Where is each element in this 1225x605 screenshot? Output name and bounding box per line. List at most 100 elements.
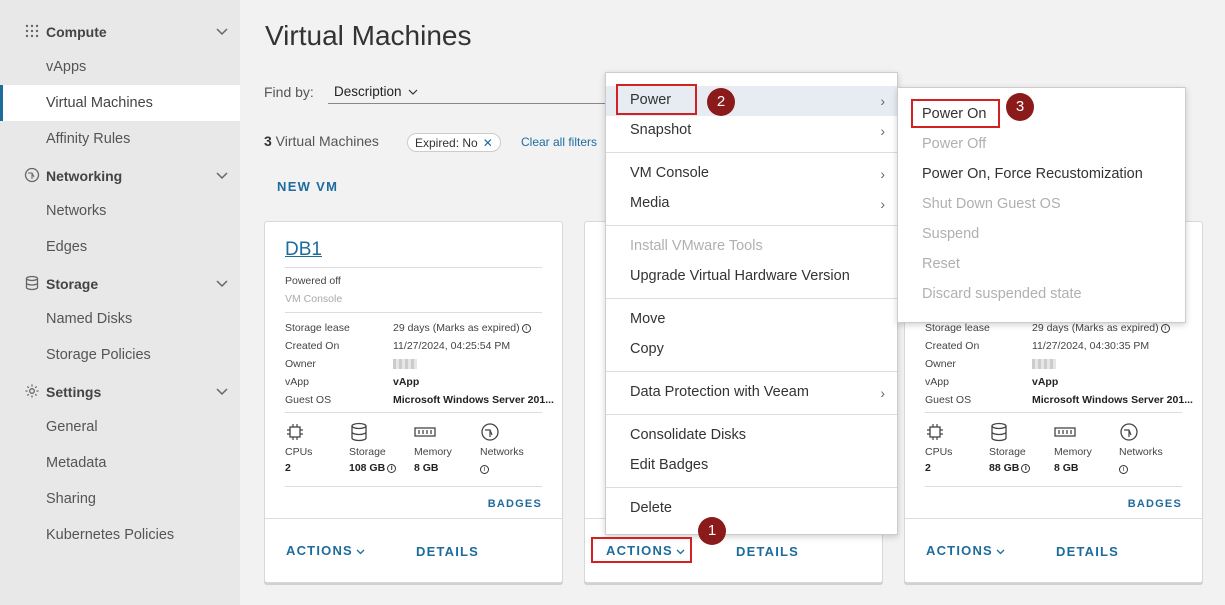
chevron-right-icon: › [880, 123, 885, 139]
sidebar-item-sharing[interactable]: Sharing [0, 481, 240, 517]
sidebar-section-storage[interactable]: Storage [0, 265, 240, 301]
callout-1: 1 [698, 517, 726, 545]
cpus-value: 2 [285, 462, 291, 474]
divider [925, 412, 1182, 413]
memory-resource: Memory 8 GB [414, 422, 474, 474]
sidebar-item-label: Named Disks [46, 311, 133, 327]
chevron-right-icon: › [880, 196, 885, 212]
menu-item-discard-suspended: Discard suspended state [898, 280, 1185, 310]
details-button[interactable]: DETAILS [416, 544, 479, 559]
sidebar-item-label: vApps [46, 59, 87, 75]
sidebar-item-label: Affinity Rules [46, 131, 131, 147]
menu-item-delete[interactable]: Delete [606, 494, 897, 524]
guest-os-label: Guest OS [285, 394, 332, 406]
info-icon[interactable]: i [1119, 465, 1128, 475]
info-icon[interactable]: i [480, 465, 489, 475]
chevron-right-icon: › [880, 166, 885, 182]
sidebar-item-affinity-rules[interactable]: Affinity Rules [0, 121, 240, 157]
menu-item-power-on-force[interactable]: Power On, Force Recustomization [898, 160, 1185, 190]
created-on-value: 11/27/2024, 04:30:35 PM [1032, 340, 1150, 352]
sidebar-item-virtual-machines[interactable]: Virtual Machines [0, 85, 240, 121]
sidebar-item-label: Edges [46, 239, 88, 255]
page-title: Virtual Machines [265, 20, 472, 51]
memory-label: Memory [1054, 446, 1092, 458]
chevron-down-icon [356, 549, 365, 555]
sidebar-item-metadata[interactable]: Metadata [0, 445, 240, 481]
sidebar-item-kubernetes-policies[interactable]: Kubernetes Policies [0, 517, 240, 553]
details-button[interactable]: DETAILS [736, 544, 799, 559]
menu-item-label: Discard suspended state [922, 286, 1082, 302]
vm-name-link[interactable]: DB1 [285, 239, 322, 261]
info-icon[interactable]: i [1160, 323, 1170, 333]
menu-item-label: Consolidate Disks [630, 427, 747, 443]
sidebar-section-networking[interactable]: Networking [0, 157, 240, 193]
menu-item-upgrade-hardware[interactable]: Upgrade Virtual Hardware Version [606, 262, 897, 292]
sidebar-item-storage-policies[interactable]: Storage Policies [0, 337, 240, 373]
menu-item-snapshot[interactable]: Snapshot › [606, 116, 897, 146]
actions-button[interactable]: ACTIONS [286, 543, 365, 558]
storage-lease-label: Storage lease [285, 322, 350, 334]
storage-lease-text: 29 days (Marks as expired) [393, 322, 520, 334]
info-icon[interactable]: i [521, 323, 531, 333]
network-icon [481, 423, 499, 441]
sidebar-section-settings[interactable]: Settings [0, 373, 240, 409]
menu-divider [606, 414, 897, 415]
actions-button[interactable]: ACTIONS [926, 543, 1005, 558]
memory-icon [1054, 427, 1076, 437]
storage-label: Storage [989, 446, 1026, 458]
storage-value: 108 GB i [349, 462, 409, 474]
menu-item-label: Edit Badges [630, 457, 709, 473]
menu-item-data-protection[interactable]: Data Protection with Veeam › [606, 378, 897, 408]
menu-item-install-vmware-tools: Install VMware Tools [606, 232, 897, 262]
guest-os-value: Microsoft Windows Server 201... [1032, 394, 1193, 406]
divider [925, 486, 1182, 487]
info-icon[interactable]: i [387, 463, 397, 473]
menu-item-vm-console[interactable]: VM Console › [606, 159, 897, 189]
divider [285, 312, 542, 313]
badges-button[interactable]: BADGES [488, 498, 542, 510]
created-on-value: 11/27/2024, 04:25:54 PM [393, 340, 511, 352]
menu-item-media[interactable]: Media › [606, 189, 897, 219]
filter-chip-label: Expired: [415, 136, 460, 150]
menu-item-label: Power Off [922, 136, 987, 152]
sidebar-item-named-disks[interactable]: Named Disks [0, 301, 240, 337]
sidebar-item-label: General [46, 419, 98, 435]
sidebar-item-vapps[interactable]: vApps [0, 49, 240, 85]
menu-item-label: Copy [630, 341, 664, 357]
badges-button[interactable]: BADGES [1128, 498, 1182, 510]
memory-label: Memory [414, 446, 452, 458]
storage-lease-value: 29 days (Marks as expired) i [393, 322, 531, 334]
sidebar-item-edges[interactable]: Edges [0, 229, 240, 265]
menu-divider [606, 152, 897, 153]
sidebar: Compute vApps Virtual Machines Affinity … [0, 0, 240, 605]
sidebar-item-label: Storage Policies [46, 347, 151, 363]
storage-lease-text: 29 days (Marks as expired) [1032, 322, 1159, 334]
clear-filters-link[interactable]: Clear all filters [521, 135, 597, 149]
sidebar-item-networks[interactable]: Networks [0, 193, 240, 229]
sidebar-item-general[interactable]: General [0, 409, 240, 445]
menu-item-consolidate-disks[interactable]: Consolidate Disks [606, 421, 897, 451]
database-icon [351, 422, 367, 442]
menu-item-edit-badges[interactable]: Edit Badges [606, 451, 897, 481]
details-button[interactable]: DETAILS [1056, 544, 1119, 559]
owner-label: Owner [925, 358, 956, 370]
networks-label: Networks [1119, 446, 1163, 458]
info-icon[interactable]: i [1021, 463, 1031, 473]
vm-count: 3 Virtual Machines [264, 133, 379, 149]
actions-menu: Power › Snapshot › VM Console › Media › Inst… [605, 72, 898, 535]
sidebar-section-label: Settings [46, 384, 102, 400]
close-icon[interactable]: ✕ [483, 136, 493, 150]
created-on-label: Created On [925, 340, 980, 352]
new-vm-button[interactable]: NEW VM [277, 179, 338, 194]
callout-3: 3 [1006, 93, 1034, 121]
menu-item-copy[interactable]: Copy [606, 335, 897, 365]
chevron-right-icon: › [880, 385, 885, 401]
sidebar-section-compute[interactable]: Compute [0, 13, 240, 49]
menu-item-label: Data Protection with Veeam [630, 384, 809, 400]
vm-status: Powered off [285, 275, 341, 287]
sidebar-section-label: Compute [46, 24, 107, 40]
menu-item-move[interactable]: Move [606, 305, 897, 335]
find-by-select[interactable]: Description [328, 82, 608, 104]
chevron-down-icon [216, 280, 228, 288]
highlight-power-on [911, 99, 1000, 128]
